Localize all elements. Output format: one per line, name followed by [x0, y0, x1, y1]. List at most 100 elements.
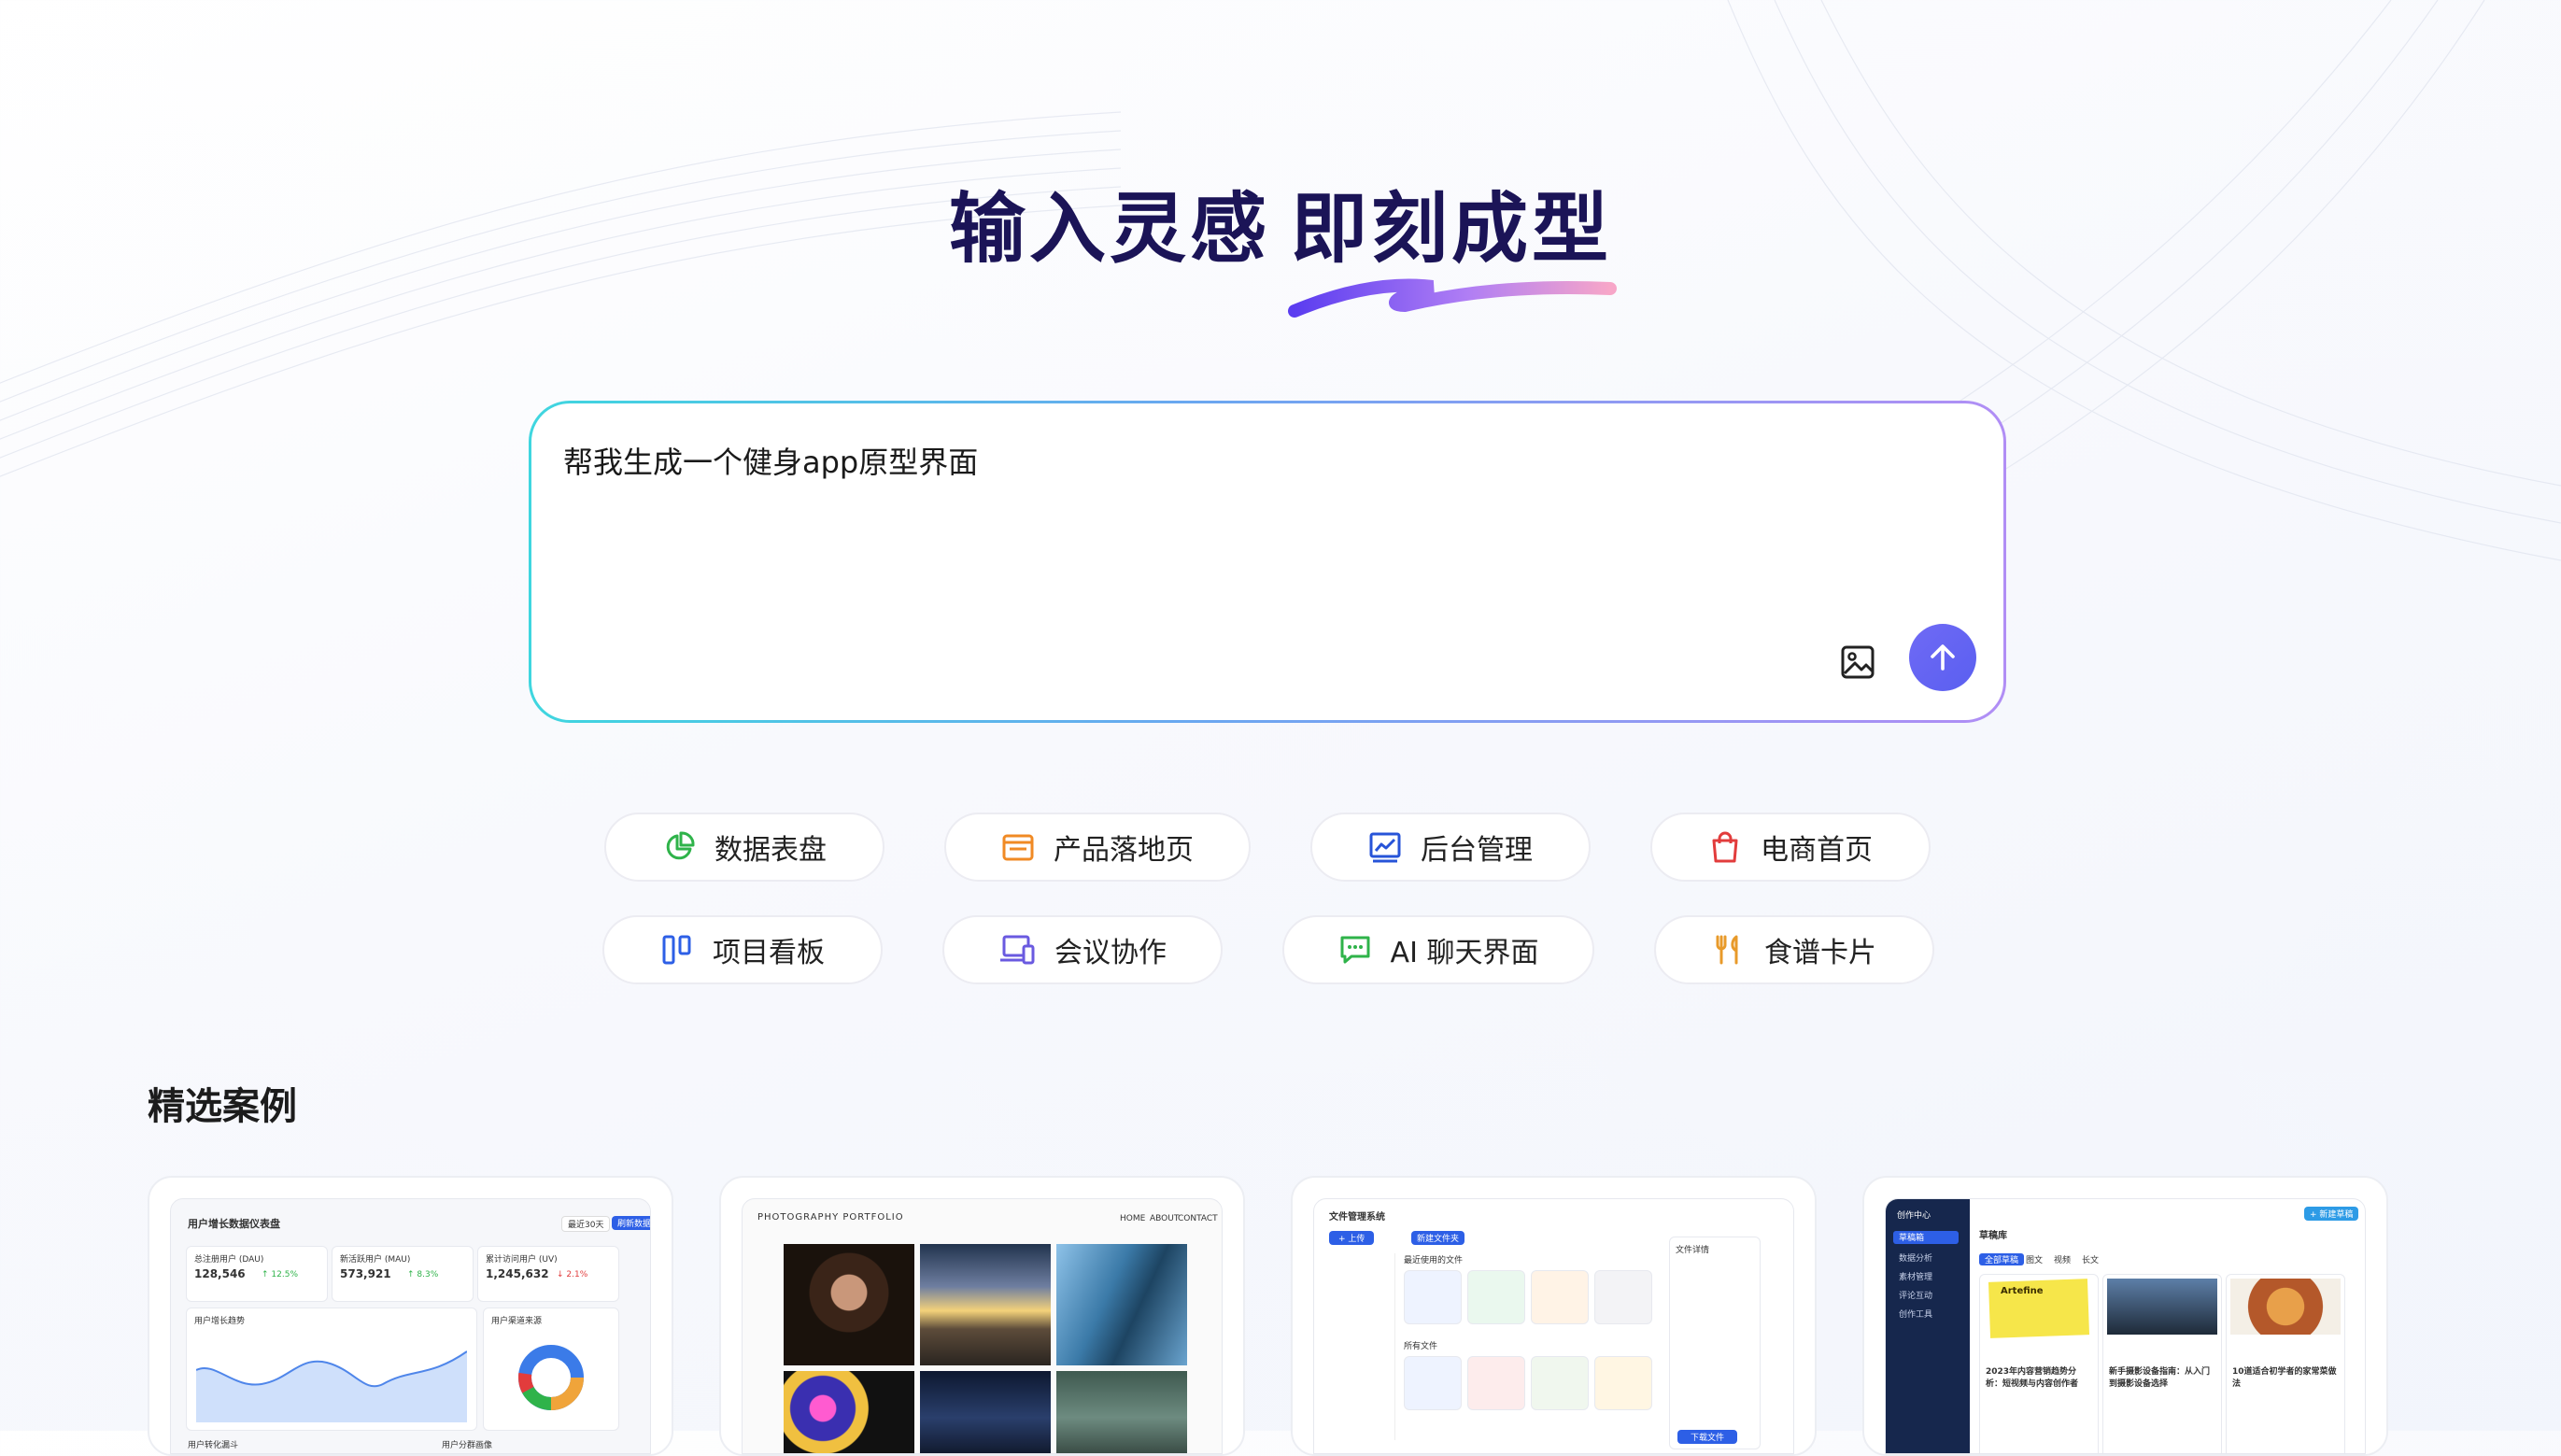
file-tile — [1467, 1356, 1525, 1410]
image-upload-button[interactable] — [1834, 639, 1881, 686]
chip-label: 会议协作 — [1054, 937, 1167, 969]
file-tile — [1594, 1356, 1652, 1410]
case-card-photography[interactable]: PHOTOGRAPHY PORTFOLIO HOME ABOUT CONTACT — [719, 1176, 1245, 1456]
nav-link: HOME — [1120, 1214, 1146, 1223]
preview-title: 文件管理系统 — [1329, 1212, 1385, 1223]
sidebar-menu-item: 草稿箱 — [1893, 1231, 1959, 1244]
image-icon — [1841, 645, 1875, 679]
photo-night-sky — [920, 1371, 1051, 1453]
sidebar-title: 创作中心 — [1897, 1211, 1931, 1221]
chip-label: AI 聊天界面 — [1390, 937, 1539, 969]
article-card: 新手摄影设备指南：从入门到摄影设备选择 — [2102, 1274, 2222, 1453]
stat-delta: ↑ 12.5% — [262, 1270, 298, 1279]
trend-title: 用户增长趋势 — [194, 1317, 246, 1326]
area-chart — [196, 1350, 467, 1422]
preview-action: 刷新数据 — [612, 1216, 650, 1230]
article-card: 10道适合初学者的家常菜做法 — [2226, 1274, 2345, 1453]
nav-link: CONTACT — [1178, 1214, 1218, 1223]
page-title: 草稿库 — [1979, 1231, 2007, 1241]
sidebar-menu-item: 评论互动 — [1899, 1292, 1933, 1301]
article-title: 新手摄影设备指南：从入门到摄影设备选择 — [2109, 1367, 2211, 1389]
source-title: 用户渠道来源 — [491, 1317, 543, 1326]
detail-heading: 文件详情 — [1676, 1246, 1710, 1255]
chip-ecommerce[interactable]: 电商首页 — [1650, 813, 1931, 882]
chip-ai-chat[interactable]: AI 聊天界面 — [1282, 915, 1594, 984]
download-button: 下载文件 — [1677, 1430, 1738, 1444]
chip-admin[interactable]: 后台管理 — [1310, 813, 1591, 882]
chip-label: 数据表盘 — [715, 834, 827, 867]
bottom-right-title: 用户分群画像 — [442, 1441, 493, 1450]
donut-chart-panel: 用户渠道来源 — [483, 1308, 619, 1431]
file-tile — [1404, 1356, 1462, 1410]
case-preview: 文件管理系统 + 上传 新建文件夹 最近使用的文件 所有文件 文件详情 下载文件 — [1313, 1198, 1794, 1454]
hero-title-highlight: 即刻成型 — [1288, 166, 1617, 318]
hero-title-highlight-text: 即刻成型 — [1291, 185, 1613, 274]
browser-window-icon — [1002, 834, 1034, 861]
preview-brand: PHOTOGRAPHY PORTFOLIO — [757, 1212, 904, 1223]
stat-label: 累计访问用户 (UV) — [486, 1255, 558, 1265]
file-tile — [1404, 1270, 1462, 1324]
tab: 全部草稿 — [1979, 1253, 2025, 1265]
file-detail-panel: 文件详情 下载文件 — [1669, 1237, 1761, 1449]
nav-link: ABOUT — [1150, 1214, 1180, 1223]
food-photo — [2230, 1279, 2341, 1335]
underline-swoosh-icon — [1288, 278, 1617, 318]
section-title: 精选案例 — [148, 1085, 297, 1128]
chat-icon — [1340, 936, 1370, 964]
article-card: Artefine 2023年内容营销趋势分析：短视频与内容创作者 — [1979, 1274, 2099, 1453]
chip-label: 后台管理 — [1421, 834, 1533, 867]
sidebar-menu-item: 素材管理 — [1899, 1273, 1933, 1282]
camera-photo — [2107, 1279, 2217, 1335]
chip-kanban[interactable]: 项目看板 — [602, 915, 883, 984]
devices-icon — [1000, 935, 1035, 965]
sticky-note-text: Artefine — [2001, 1286, 2044, 1296]
article-title: 2023年内容营销趋势分析：短视频与内容创作者 — [1986, 1367, 2079, 1389]
chip-landing-page[interactable]: 产品落地页 — [944, 813, 1251, 882]
donut-chart — [518, 1345, 584, 1410]
case-card-dashboard[interactable]: 用户增长数据仪表盘 最近30天 刷新数据 总注册用户 (DAU) 128,546… — [148, 1176, 673, 1456]
tab: 图文 — [2026, 1256, 2044, 1265]
kanban-icon — [662, 935, 691, 965]
tab: 视频 — [2054, 1256, 2072, 1265]
stat-card: 新活跃用户 (MAU) 573,921 ↑ 8.3% — [332, 1246, 474, 1302]
chip-dashboard[interactable]: 数据表盘 — [604, 813, 884, 882]
stat-value: 573,921 — [340, 1267, 391, 1280]
all-files-heading: 所有文件 — [1404, 1342, 1438, 1351]
new-folder-button: 新建文件夹 — [1411, 1231, 1465, 1245]
photo-abstract — [784, 1371, 914, 1453]
preview-filter: 最近30天 — [561, 1216, 611, 1232]
photo-valley — [1056, 1371, 1187, 1453]
chip-label: 食谱卡片 — [1764, 937, 1876, 969]
case-preview: 创作中心 草稿箱 数据分析 素材管理 评论互动 创作工具 + 新建草稿 草稿库 … — [1885, 1198, 2366, 1454]
article-title: 10道适合初学者的家常菜做法 — [2232, 1367, 2337, 1389]
case-card-creator-center[interactable]: 创作中心 草稿箱 数据分析 素材管理 评论互动 创作工具 + 新建草稿 草稿库 … — [1862, 1176, 2388, 1456]
upload-button: + 上传 — [1329, 1231, 1375, 1245]
photo-sunset — [920, 1244, 1051, 1365]
photo-building — [1056, 1244, 1187, 1365]
chip-label: 项目看板 — [713, 937, 825, 969]
stat-value: 128,546 — [194, 1267, 246, 1280]
preview-title: 用户增长数据仪表盘 — [188, 1218, 280, 1230]
pie-chart-icon — [666, 831, 695, 860]
prompt-input-area[interactable]: 帮我生成一个健身app原型界面 — [531, 403, 2003, 720]
trend-chart-panel: 用户增长趋势 — [186, 1308, 477, 1431]
file-tile — [1531, 1356, 1589, 1410]
arrow-up-icon — [1931, 644, 1955, 671]
line-chart-icon — [1369, 832, 1401, 863]
chip-recipe[interactable]: 食谱卡片 — [1654, 915, 1934, 984]
stat-label: 总注册用户 (DAU) — [194, 1255, 264, 1265]
stat-card: 总注册用户 (DAU) 128,546 ↑ 12.5% — [186, 1246, 328, 1302]
hero-title-main: 输入灵感 — [948, 185, 1270, 274]
chip-meeting[interactable]: 会议协作 — [942, 915, 1223, 984]
send-button[interactable] — [1909, 624, 1976, 691]
stat-delta: ↓ 2.1% — [557, 1270, 588, 1279]
prompt-input[interactable]: 帮我生成一个健身app原型界面 — [563, 439, 978, 482]
stat-value: 1,245,632 — [486, 1267, 549, 1280]
new-draft-button: + 新建草稿 — [2304, 1207, 2359, 1221]
case-card-file-manager[interactable]: 文件管理系统 + 上传 新建文件夹 最近使用的文件 所有文件 文件详情 下载文件 — [1291, 1176, 1817, 1456]
case-preview: PHOTOGRAPHY PORTFOLIO HOME ABOUT CONTACT — [742, 1198, 1223, 1454]
stat-label: 新活跃用户 (MAU) — [340, 1255, 411, 1265]
hero-title: 输入灵感 即刻成型 — [0, 166, 2561, 318]
preview-sidebar — [1329, 1253, 1395, 1440]
stat-card: 累计访问用户 (UV) 1,245,632 ↓ 2.1% — [477, 1246, 619, 1302]
